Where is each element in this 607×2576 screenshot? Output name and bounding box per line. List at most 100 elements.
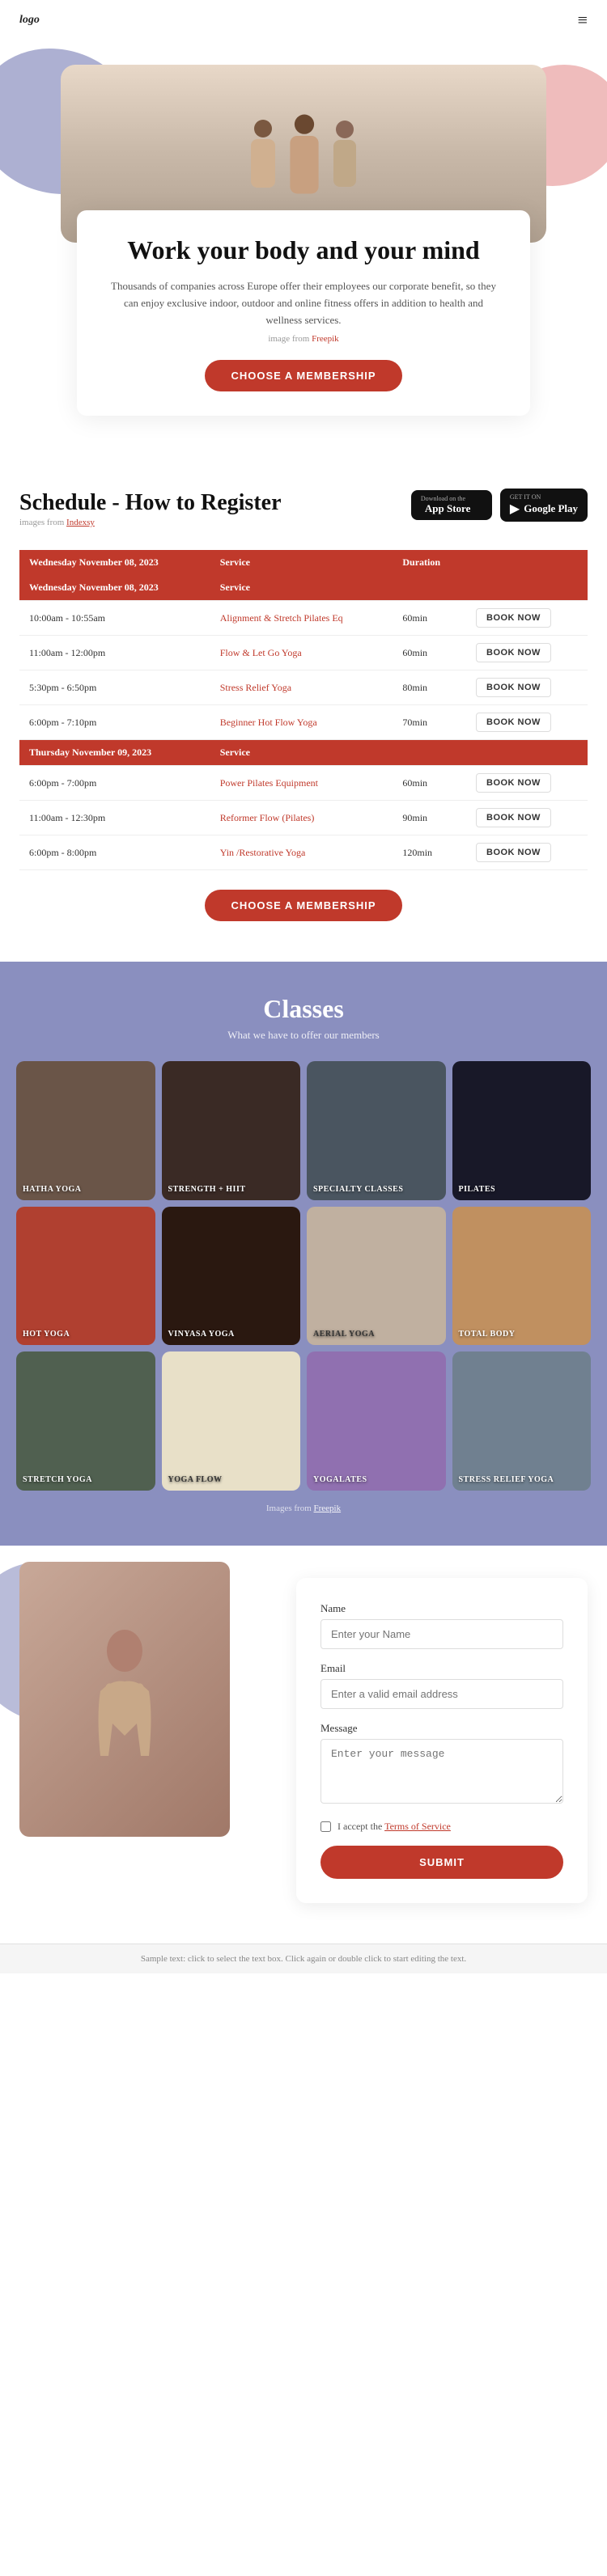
schedule-title: Schedule - How to Register <box>19 489 282 518</box>
schedule-title-block: Schedule - How to Register images from I… <box>19 489 282 544</box>
email-label: Email <box>320 1662 563 1675</box>
google-play-button[interactable]: GET IT ON ▶ Google Play <box>500 489 588 522</box>
footer: Sample text: click to select the text bo… <box>0 1944 607 1973</box>
class-item[interactable]: HATHA YOGA <box>16 1061 155 1200</box>
class-service: Reformer Flow (Pilates) <box>210 801 393 835</box>
class-duration: 60min <box>393 636 466 670</box>
day-duration-header <box>393 740 466 766</box>
table-row: 10:00am - 10:55am Alignment & Stretch Pi… <box>19 601 588 636</box>
day-header-row: Wednesday November 08, 2023 Service <box>19 575 588 601</box>
email-input[interactable] <box>320 1679 563 1709</box>
col-header-service: Service <box>210 550 393 575</box>
day-date: Wednesday November 08, 2023 <box>19 575 210 601</box>
class-service: Flow & Let Go Yoga <box>210 636 393 670</box>
class-service: Stress Relief Yoga <box>210 670 393 705</box>
class-label: HATHA YOGA <box>23 1185 82 1194</box>
terms-label: I accept the Terms of Service <box>337 1821 451 1833</box>
class-duration: 60min <box>393 766 466 801</box>
book-button[interactable]: BOOK NOW <box>476 843 551 862</box>
class-time: 6:00pm - 8:00pm <box>19 835 210 870</box>
class-label: YOGA FLOW <box>168 1475 223 1484</box>
schedule-credit: images from Indexsy <box>19 518 282 527</box>
message-label: Message <box>320 1722 563 1735</box>
class-label: HOT YOGA <box>23 1330 70 1339</box>
schedule-cta-button[interactable]: CHOOSE A MEMBERSHIP <box>205 890 401 921</box>
book-cell: BOOK NOW <box>466 835 588 870</box>
class-service: Alignment & Stretch Pilates Eq <box>210 601 393 636</box>
class-item[interactable]: STRETCH YOGA <box>16 1351 155 1491</box>
class-time: 11:00am - 12:00pm <box>19 636 210 670</box>
class-item[interactable]: STRESS RELIEF YOGA <box>452 1351 592 1491</box>
classes-section: Classes What we have to offer our member… <box>0 962 607 1546</box>
person-svg <box>84 1618 165 1780</box>
class-label: TOTAL BODY <box>459 1330 516 1339</box>
class-time: 5:30pm - 6:50pm <box>19 670 210 705</box>
class-label: STRENGTH + HIIT <box>168 1185 246 1194</box>
class-service: Yin /Restorative Yoga <box>210 835 393 870</box>
day-action-header <box>466 740 588 766</box>
terms-link[interactable]: Terms of Service <box>384 1821 451 1832</box>
contact-section: Name Email Message I accept the Terms of… <box>0 1546 607 1944</box>
day-action-header <box>466 575 588 601</box>
book-cell: BOOK NOW <box>466 636 588 670</box>
class-service: Beginner Hot Flow Yoga <box>210 705 393 740</box>
book-cell: BOOK NOW <box>466 670 588 705</box>
book-button[interactable]: BOOK NOW <box>476 678 551 697</box>
header: logo ≡ <box>0 0 607 40</box>
col-header-time: Wednesday November 08, 2023 <box>19 550 210 575</box>
class-duration: 90min <box>393 801 466 835</box>
book-button[interactable]: BOOK NOW <box>476 773 551 793</box>
yogi-2 <box>290 114 318 193</box>
menu-icon[interactable]: ≡ <box>578 10 588 31</box>
class-item[interactable]: SPECIALTY CLASSES <box>307 1061 446 1200</box>
classes-grid: HATHA YOGA STRENGTH + HIIT SPECIALTY CLASS… <box>16 1061 591 1491</box>
name-label: Name <box>320 1602 563 1615</box>
class-item[interactable]: HOT YOGA <box>16 1207 155 1346</box>
google-icon: ▶ <box>510 501 520 517</box>
contact-person <box>19 1562 230 1837</box>
class-item[interactable]: PILATES <box>452 1061 592 1200</box>
hero-title: Work your body and your mind <box>109 235 498 265</box>
name-input[interactable] <box>320 1619 563 1649</box>
contact-image <box>19 1562 230 1837</box>
schedule-section: Schedule - How to Register images from I… <box>0 456 607 945</box>
hero-credit-link[interactable]: Freepik <box>312 334 339 344</box>
app-buttons: Download on the App Store GET IT ON ▶ Go… <box>411 489 588 522</box>
yogi-3 <box>333 121 356 187</box>
book-button[interactable]: BOOK NOW <box>476 713 551 732</box>
logo: logo <box>19 14 40 27</box>
book-button[interactable]: BOOK NOW <box>476 808 551 827</box>
day-duration-header <box>393 575 466 601</box>
schedule-credit-link[interactable]: Indexsy <box>66 518 95 527</box>
class-item[interactable]: TOTAL BODY <box>452 1207 592 1346</box>
hero-card: Work your body and your mind Thousands o… <box>77 210 530 416</box>
day-service-header: Service <box>210 575 393 601</box>
hero-image-credit: image from Freepik <box>109 334 498 344</box>
book-button[interactable]: BOOK NOW <box>476 643 551 662</box>
class-label: STRESS RELIEF YOGA <box>459 1475 554 1484</box>
classes-credit-link[interactable]: Freepik <box>314 1504 342 1513</box>
class-duration: 70min <box>393 705 466 740</box>
class-item[interactable]: STRENGTH + HIIT <box>162 1061 301 1200</box>
app-store-button[interactable]: Download on the App Store <box>411 490 492 520</box>
class-item[interactable]: YOGALATES <box>307 1351 446 1491</box>
hero-cta-button[interactable]: CHOOSE A MEMBERSHIP <box>205 360 401 391</box>
class-time: 11:00am - 12:30pm <box>19 801 210 835</box>
submit-button[interactable]: SUBMIT <box>320 1846 563 1879</box>
book-cell: BOOK NOW <box>466 766 588 801</box>
book-cell: BOOK NOW <box>466 705 588 740</box>
class-duration: 80min <box>393 670 466 705</box>
class-item[interactable]: YOGA FLOW <box>162 1351 301 1491</box>
terms-checkbox[interactable] <box>320 1821 331 1832</box>
class-label: PILATES <box>459 1185 496 1194</box>
table-row: 6:00pm - 7:00pm Power Pilates Equipment … <box>19 766 588 801</box>
table-row: 5:30pm - 6:50pm Stress Relief Yoga 80min… <box>19 670 588 705</box>
schedule-bottom-btn: CHOOSE A MEMBERSHIP <box>19 890 588 921</box>
class-duration: 120min <box>393 835 466 870</box>
message-textarea[interactable] <box>320 1739 563 1804</box>
book-button[interactable]: BOOK NOW <box>476 608 551 628</box>
class-item[interactable]: VINYASA YOGA <box>162 1207 301 1346</box>
yogi-1 <box>251 120 275 188</box>
class-item[interactable]: AERIAL YOGA <box>307 1207 446 1346</box>
book-cell: BOOK NOW <box>466 801 588 835</box>
